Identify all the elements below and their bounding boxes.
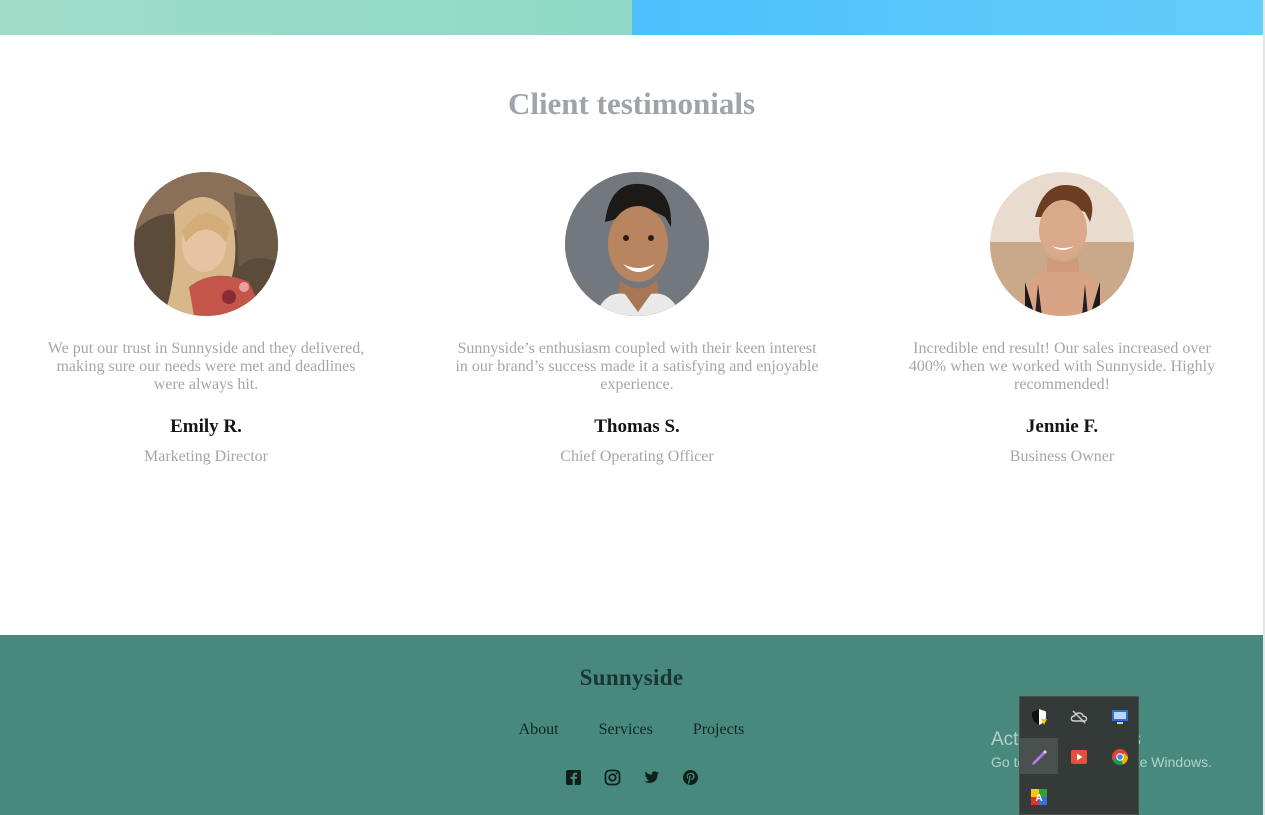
testimonial-role: Chief Operating Officer (560, 448, 714, 465)
twitter-icon[interactable] (643, 769, 660, 786)
testimonial-quote: Sunnyside’s enthusiasm coupled with thei… (455, 340, 819, 393)
testimonial-card: Incredible end result! Our sales increas… (902, 172, 1222, 466)
display-icon[interactable] (1111, 708, 1129, 726)
testimonial-role: Business Owner (1009, 448, 1115, 465)
testimonial-name: Thomas S. (594, 416, 680, 437)
chrome-icon[interactable] (1111, 748, 1129, 766)
system-tray-overflow: A (1019, 696, 1139, 815)
svg-text:A: A (1035, 793, 1042, 804)
footer-brand-logo[interactable]: Sunnyside (0, 665, 1263, 691)
instagram-icon[interactable] (604, 769, 621, 786)
language-icon[interactable]: A (1030, 788, 1048, 806)
facebook-icon[interactable] (565, 769, 582, 786)
testimonial-quote: Incredible end result! Our sales increas… (908, 340, 1216, 393)
top-color-strip (0, 0, 1263, 35)
media-icon[interactable] (1070, 748, 1088, 766)
security-shield-icon[interactable] (1030, 708, 1048, 726)
testimonial-quote: We put our trust in Sunnyside and they d… (47, 340, 365, 393)
pinterest-icon[interactable] (682, 769, 699, 786)
strip-green (0, 0, 632, 35)
testimonial-card: Sunnyside’s enthusiasm coupled with thei… (453, 172, 821, 466)
testimonial-card: We put our trust in Sunnyside and they d… (46, 172, 366, 466)
testimonials-title: Client testimonials (507, 86, 756, 121)
avatar (990, 172, 1134, 316)
footer-link-services[interactable]: Services (599, 721, 653, 739)
testimonial-name: Emily R. (170, 416, 242, 437)
strip-blue (632, 0, 1263, 35)
footer-link-projects[interactable]: Projects (693, 721, 745, 739)
cloud-offline-icon[interactable] (1070, 708, 1088, 726)
testimonial-name: Jennie F. (1025, 416, 1099, 437)
footer-link-about[interactable]: About (519, 721, 559, 739)
testimonial-role: Marketing Director (144, 448, 268, 465)
avatar (134, 172, 278, 316)
avatar (565, 172, 709, 316)
pen-icon[interactable] (1030, 748, 1048, 766)
